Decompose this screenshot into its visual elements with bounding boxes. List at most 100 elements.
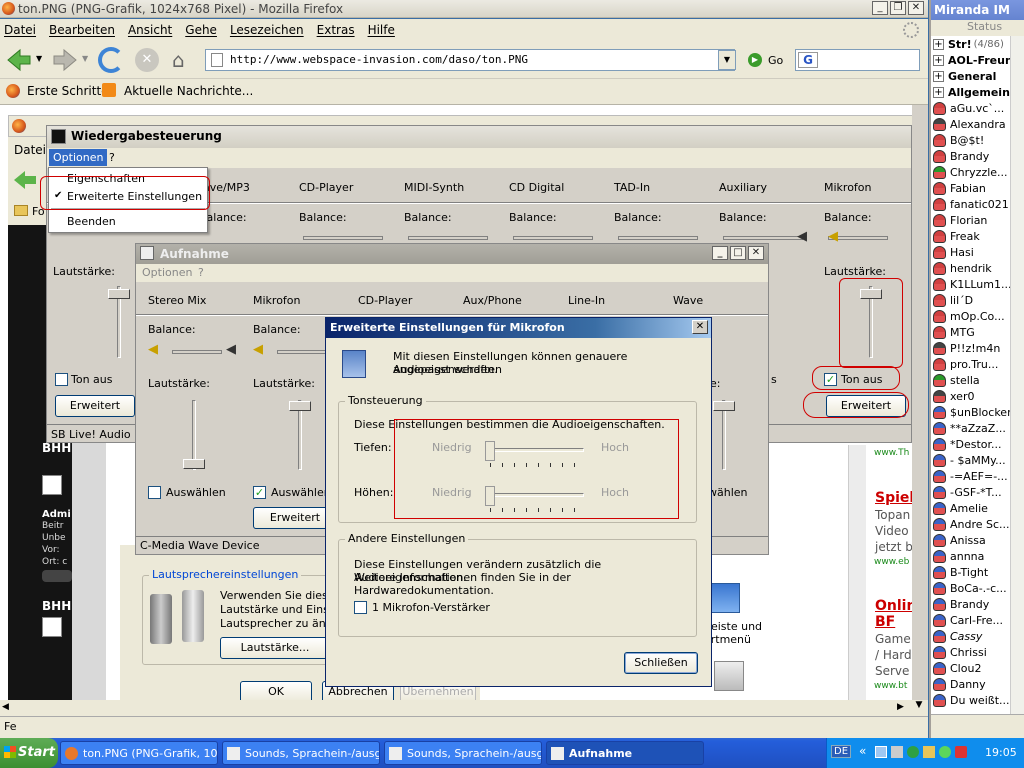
contact-status-icon bbox=[933, 629, 946, 643]
tray-network-icon[interactable] bbox=[875, 746, 887, 758]
contact-name: Freak bbox=[950, 229, 980, 243]
scroll-left-icon[interactable]: ◀ bbox=[2, 702, 9, 712]
af-volume-slider-2[interactable] bbox=[289, 400, 311, 470]
contact-name: Hasi bbox=[950, 245, 974, 259]
af-volume-slider-wave[interactable] bbox=[713, 400, 735, 470]
dialog-close-button[interactable]: ✕ bbox=[692, 320, 708, 334]
admin-label: Admi bbox=[42, 509, 71, 520]
wiedergabe-menu-optionen[interactable]: Optionen bbox=[49, 149, 108, 166]
start-button[interactable]: Start bbox=[0, 738, 58, 768]
menu-ansicht[interactable]: Ansicht bbox=[128, 23, 172, 37]
tray-expand-icon[interactable]: « bbox=[859, 744, 866, 758]
taskbar: Start ton.PNG (PNG-Grafik, 10... Sounds,… bbox=[0, 738, 1024, 768]
contact-status-icon bbox=[933, 453, 946, 467]
menu-hilfe[interactable]: Hilfe bbox=[368, 23, 395, 37]
task-sounds-2[interactable]: Sounds, Sprachein-/ausg... bbox=[384, 741, 542, 765]
tray-miranda-icon[interactable] bbox=[907, 746, 919, 758]
back-dropdown-icon[interactable]: ▼ bbox=[36, 54, 42, 63]
expand-group-icon[interactable]: + bbox=[933, 38, 944, 50]
tray-security-icon[interactable] bbox=[955, 746, 967, 758]
miranda-scrollbar[interactable] bbox=[1010, 36, 1024, 714]
contact-name: P!!z!m4n bbox=[950, 341, 1001, 355]
web-link-online[interactable]: Onlin bbox=[875, 598, 916, 614]
menu-gehe[interactable]: Gehe bbox=[185, 23, 217, 37]
task-aufnahme[interactable]: Aufnahme bbox=[546, 741, 704, 765]
language-indicator[interactable]: DE bbox=[831, 745, 852, 758]
web-text-jetzt: jetzt b bbox=[875, 540, 913, 554]
minimize-button[interactable]: _ bbox=[872, 1, 888, 15]
af-auswaehlen-checkbox-2[interactable]: ✓ bbox=[253, 486, 266, 499]
contact-name: fanatic021 bbox=[950, 197, 1009, 211]
mouse-settings-icon bbox=[708, 583, 740, 613]
menu-lesezeichen[interactable]: Lesezeichen bbox=[230, 23, 304, 37]
af-balance-slider-1[interactable] bbox=[172, 350, 222, 354]
reload-icon[interactable] bbox=[98, 47, 124, 73]
wiedergabe-menu-help[interactable]: ? bbox=[109, 151, 115, 164]
horizontal-scrollbar[interactable]: ◀ ▶ ▼ bbox=[0, 700, 928, 716]
bookmark-nachrichten[interactable]: Aktuelle Nachrichte... bbox=[124, 84, 253, 98]
scroll-up-right[interactable]: ▼ bbox=[910, 700, 928, 716]
google-search-icon[interactable]: G bbox=[798, 52, 818, 68]
url-dropdown-icon[interactable]: ▼ bbox=[718, 50, 736, 70]
go-button[interactable]: Go bbox=[768, 54, 783, 67]
wg-balance-slider-2[interactable] bbox=[408, 236, 488, 240]
tray-app-icon[interactable] bbox=[923, 746, 935, 758]
menu-datei[interactable]: Datei bbox=[4, 23, 36, 37]
forward-dropdown-icon[interactable]: ▼ bbox=[82, 54, 88, 63]
af-volume-slider-1[interactable] bbox=[183, 400, 205, 470]
tray-volume-icon[interactable] bbox=[891, 746, 903, 758]
page-icon bbox=[211, 53, 223, 67]
lautstaerke-button[interactable]: Lautstärke... bbox=[220, 637, 330, 659]
close-button[interactable]: ✕ bbox=[908, 1, 924, 15]
wg-erweitert-button-left[interactable]: Erweitert bbox=[55, 395, 135, 417]
aufnahme-menu-optionen[interactable]: Optionen bbox=[142, 266, 192, 279]
scroll-right-icon[interactable]: ▶ bbox=[897, 702, 904, 712]
tray-icq-icon[interactable] bbox=[939, 746, 951, 758]
go-icon[interactable]: ▶ bbox=[748, 53, 762, 67]
wg-balance-slider-3[interactable] bbox=[513, 236, 593, 240]
contact-status-icon bbox=[933, 117, 946, 131]
aufnahme-minimize-button[interactable]: _ bbox=[712, 246, 728, 260]
af-auswaehlen-checkbox-1[interactable] bbox=[148, 486, 161, 499]
bookmark-erste-schritte[interactable]: Erste Schritte bbox=[27, 84, 109, 98]
wg-balance-slider-4[interactable] bbox=[618, 236, 698, 240]
menu-extras[interactable]: Extras bbox=[317, 23, 355, 37]
aufnahme-title: Aufnahme bbox=[160, 247, 229, 261]
home-icon[interactable]: ⌂ bbox=[172, 48, 185, 72]
expand-group-icon[interactable]: + bbox=[933, 70, 944, 82]
wg-balance-slider-1[interactable] bbox=[303, 236, 383, 240]
search-input[interactable]: G bbox=[795, 49, 920, 71]
aufnahme-menu-help[interactable]: ? bbox=[198, 266, 204, 279]
wg-balance-7: Balance: bbox=[824, 211, 872, 224]
back-arrow-icon[interactable] bbox=[6, 48, 32, 72]
expand-group-icon[interactable]: + bbox=[933, 54, 944, 66]
contact-name: aGu.vc`... bbox=[950, 101, 1005, 115]
schliessen-button[interactable]: Schließen bbox=[624, 652, 698, 674]
contact-status-icon bbox=[933, 213, 946, 227]
wg-volume-slider-left[interactable] bbox=[108, 286, 130, 358]
web-scrollbar-strip bbox=[848, 445, 866, 700]
web-link-spiel[interactable]: Spiel bbox=[875, 490, 914, 506]
contact-name: annna bbox=[950, 549, 985, 563]
task-sounds-1[interactable]: Sounds, Sprachein-/ausg... bbox=[222, 741, 380, 765]
expand-group-icon[interactable]: + bbox=[933, 86, 944, 98]
task-firefox[interactable]: ton.PNG (PNG-Grafik, 10... bbox=[60, 741, 218, 765]
contact-status-icon bbox=[933, 389, 946, 403]
menu-item-beenden[interactable]: Beenden bbox=[67, 215, 116, 228]
stop-icon[interactable]: ✕ bbox=[135, 48, 159, 72]
af-balance-slider-2[interactable] bbox=[277, 350, 327, 354]
window-title: ton.PNG (PNG-Grafik, 1024x768 Pixel) - M… bbox=[18, 2, 344, 16]
wg-ton-aus-checkbox-left[interactable] bbox=[55, 373, 68, 386]
wg-balance-slider-5[interactable] bbox=[723, 236, 803, 240]
menu-bearbeiten[interactable]: Bearbeiten bbox=[49, 23, 115, 37]
rss-icon bbox=[102, 83, 116, 97]
web-link-bf[interactable]: BF bbox=[875, 614, 895, 630]
mikrofon-boost-checkbox[interactable] bbox=[354, 601, 367, 614]
aufnahme-close-button[interactable]: ✕ bbox=[748, 246, 764, 260]
miranda-status-bar[interactable]: Status bbox=[931, 20, 1024, 36]
forward-arrow-icon[interactable] bbox=[52, 48, 78, 72]
aufnahme-maximize-button[interactable]: □ bbox=[730, 246, 746, 260]
url-field[interactable]: http://www.webspace-invasion.com/daso/to… bbox=[205, 49, 735, 71]
contact-name: K1LLum1... bbox=[950, 277, 1012, 291]
restore-button[interactable]: ❐ bbox=[890, 1, 906, 15]
